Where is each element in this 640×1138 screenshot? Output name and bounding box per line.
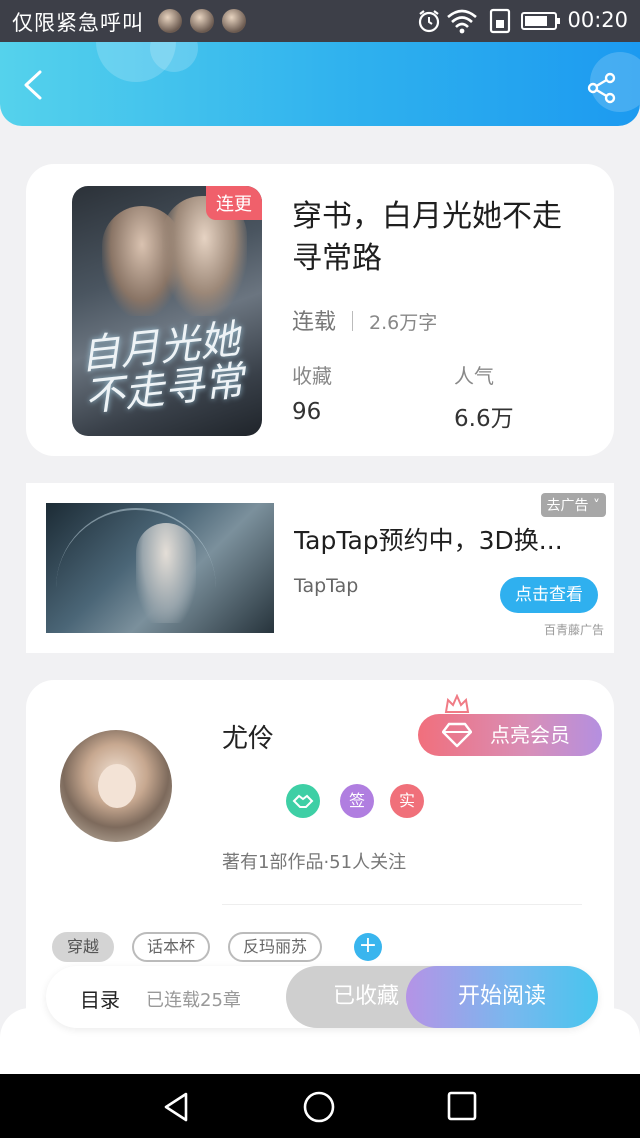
notification-avatar-icon xyxy=(158,9,182,33)
book-info-card: 自月光她 不走寻常 连更 穿书，白月光她不走寻常路 连载 2.6万字 收藏 96 人… xyxy=(26,164,614,456)
alarm-icon xyxy=(418,10,440,33)
add-tag-button[interactable]: + xyxy=(354,933,382,961)
back-button[interactable] xyxy=(20,70,50,100)
tag-chip[interactable]: 话本杯 xyxy=(132,932,211,962)
cover-title-art: 自月光她 不走寻常 xyxy=(77,316,247,421)
remove-ad-button[interactable]: 去广告 ˅ xyxy=(540,493,606,517)
clock-time: 00:20 xyxy=(567,8,628,32)
toc-button[interactable]: 目录 xyxy=(80,984,120,1013)
status-bar: 仅限紧急呼叫 00:20 xyxy=(0,0,640,42)
vip-button[interactable]: 点亮会员 xyxy=(418,714,602,756)
nav-back-icon[interactable] xyxy=(160,1090,194,1124)
start-reading-button[interactable]: 开始阅读 xyxy=(406,966,598,1028)
verified-badge: 实 xyxy=(390,784,424,818)
wifi-icon xyxy=(447,9,477,34)
stat-popularity: 人气 6.6万 xyxy=(454,360,514,433)
app-header xyxy=(0,42,640,126)
action-bar: 目录 已连载25章 已收藏 开始阅读 xyxy=(46,966,598,1028)
author-name[interactable]: 尤伶 xyxy=(222,718,274,755)
sim-icon xyxy=(489,8,511,34)
book-status: 连载 xyxy=(292,310,337,335)
stat-label: 人气 xyxy=(454,364,494,388)
crown-icon xyxy=(444,694,470,713)
carrier-text: 仅限紧急呼叫 xyxy=(12,11,144,35)
book-word-count: 2.6万字 xyxy=(369,312,438,334)
share-button[interactable] xyxy=(586,72,618,104)
author-avatar[interactable] xyxy=(60,730,172,842)
stat-favorites: 收藏 96 xyxy=(292,360,332,425)
tag-chip[interactable]: 反玛丽苏 xyxy=(228,932,323,962)
ad-title[interactable]: TapTap预约中，3D换... xyxy=(294,521,584,557)
author-stats: 著有1部作品·51人关注 xyxy=(222,852,407,873)
notification-avatar-icon xyxy=(190,9,214,33)
diamond-icon xyxy=(442,722,472,748)
tag-chip[interactable]: 穿越 xyxy=(52,932,115,962)
chapter-count[interactable]: 已连载25章 xyxy=(146,986,241,1012)
ad-brand: TapTap xyxy=(294,575,359,597)
notification-avatar-icon xyxy=(222,9,246,33)
avatar-face xyxy=(98,764,136,808)
book-title: 穿书，白月光她不走寻常路 xyxy=(292,199,562,276)
handshake-badge-icon xyxy=(286,784,320,818)
serial-badge: 连更 xyxy=(206,186,262,220)
nav-home-icon[interactable] xyxy=(302,1090,336,1124)
divider xyxy=(222,904,582,905)
ad-card[interactable]: TapTap预约中，3D换... TapTap 去广告 ˅ 点击查看 百青藤广告 xyxy=(26,483,614,653)
vip-button-label: 点亮会员 xyxy=(490,723,570,747)
stat-label: 收藏 xyxy=(292,364,332,388)
sign-badge: 签 xyxy=(340,784,374,818)
ad-cta-button[interactable]: 点击查看 xyxy=(500,577,598,613)
nav-recents-icon[interactable] xyxy=(446,1090,478,1122)
book-meta: 连载 2.6万字 xyxy=(292,304,437,336)
book-cover[interactable]: 自月光她 不走寻常 连更 xyxy=(72,186,262,436)
battery-icon xyxy=(521,12,560,30)
ad-image[interactable] xyxy=(46,503,274,633)
system-nav-bar xyxy=(0,1074,640,1138)
meta-divider xyxy=(352,311,354,331)
stat-value: 96 xyxy=(292,399,322,425)
ad-art xyxy=(136,523,196,623)
stat-value: 6.6万 xyxy=(454,406,514,432)
ad-source-label: 百青藤广告 xyxy=(543,623,604,637)
